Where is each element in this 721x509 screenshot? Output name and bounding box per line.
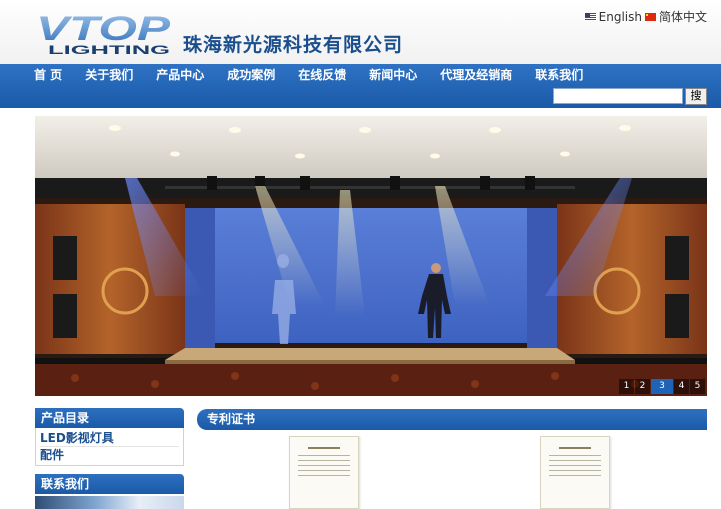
- certificate-thumbnail-2[interactable]: [540, 436, 610, 509]
- nav-news[interactable]: 新闻中心: [369, 67, 417, 83]
- stage-photo: [35, 116, 707, 396]
- slider-dot-3[interactable]: 3: [651, 379, 673, 394]
- page: VTOP LIGHTING 珠海新光源科技有限公司 English 简体中文 首…: [0, 0, 721, 509]
- cert-line: [298, 475, 350, 476]
- slider-dot-1[interactable]: 1: [619, 379, 634, 394]
- slider-pagination: 1 2 3 4 5: [618, 379, 705, 394]
- cert-line: [559, 447, 591, 449]
- slider-dot-5[interactable]: 5: [690, 379, 705, 394]
- company-name: 珠海新光源科技有限公司: [183, 34, 404, 56]
- patent-certificates-title: 专利证书: [197, 409, 707, 430]
- cert-line: [549, 470, 601, 471]
- slider-dot-2[interactable]: 2: [635, 379, 650, 394]
- cert-line: [549, 465, 601, 466]
- nav-feedback[interactable]: 在线反馈: [298, 67, 346, 83]
- lang-english[interactable]: English: [599, 10, 642, 24]
- nav-products[interactable]: 产品中心: [156, 67, 204, 83]
- cert-line: [549, 455, 601, 456]
- lang-simplified-chinese[interactable]: 简体中文: [659, 8, 707, 25]
- cn-flag-icon: [644, 12, 656, 21]
- contact-image: [35, 496, 184, 509]
- header: VTOP LIGHTING 珠海新光源科技有限公司 English 简体中文: [0, 0, 721, 64]
- nav-about[interactable]: 关于我们: [85, 67, 133, 83]
- product-catalog-list: LED影视灯具 配件: [35, 428, 184, 466]
- search-input[interactable]: [553, 88, 683, 104]
- banner-slider: 1 2 3 4 5: [35, 116, 707, 396]
- cert-line: [549, 460, 601, 461]
- nav-agents[interactable]: 代理及经销商: [440, 67, 512, 83]
- logo-sub-text: LIGHTING: [48, 43, 170, 56]
- search-button[interactable]: 搜: [685, 88, 707, 105]
- nav-home[interactable]: 首 页: [34, 67, 62, 83]
- nav-cases[interactable]: 成功案例: [227, 67, 275, 83]
- contact-title: 联系我们: [35, 474, 184, 494]
- logo-graphic: VTOP LIGHTING: [36, 10, 170, 56]
- product-catalog-box: 产品目录 LED影视灯具 配件: [35, 408, 184, 466]
- certificate-thumbnail-1[interactable]: [289, 436, 359, 509]
- language-switcher: English 简体中文: [584, 8, 707, 25]
- product-catalog-title: 产品目录: [35, 408, 184, 428]
- us-flag-icon: [584, 12, 596, 21]
- product-link-accessories[interactable]: 配件: [40, 447, 179, 463]
- cert-line: [549, 475, 601, 476]
- slider-dot-4[interactable]: 4: [674, 379, 689, 394]
- product-link-led-film-lights[interactable]: LED影视灯具: [40, 430, 179, 447]
- vtop-logo[interactable]: VTOP LIGHTING: [34, 10, 174, 56]
- cert-line: [298, 455, 350, 456]
- cert-line: [308, 447, 340, 449]
- cert-line: [298, 470, 350, 471]
- contact-box: 联系我们: [35, 474, 184, 494]
- cert-line: [298, 465, 350, 466]
- nav-items: 首 页 关于我们 产品中心 成功案例 在线反馈 新闻中心 代理及经销商 联系我们: [34, 67, 606, 83]
- nav-contact[interactable]: 联系我们: [535, 67, 583, 83]
- cert-line: [298, 460, 350, 461]
